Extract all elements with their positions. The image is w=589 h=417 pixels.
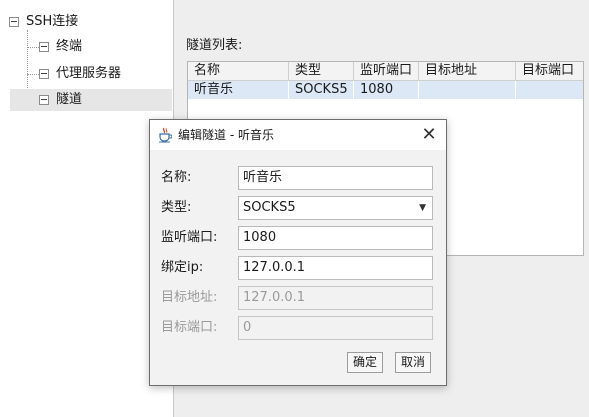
target-port-field: 0 — [238, 316, 433, 340]
close-icon[interactable]: ✕ — [418, 124, 440, 146]
bind-ip-field[interactable]: 127.0.0.1 — [238, 256, 433, 280]
bind-ip-label: 绑定ip: — [161, 260, 204, 275]
collapse-box-icon[interactable] — [39, 94, 49, 105]
listen-port-field[interactable]: 1080 — [238, 226, 433, 250]
type-label: 类型: — [161, 200, 192, 215]
cell-type: SOCKS5 — [289, 81, 354, 99]
collapse-box-icon[interactable] — [39, 41, 49, 52]
java-cup-icon — [159, 127, 172, 143]
bind-ip-value: 127.0.0.1 — [243, 260, 306, 275]
ok-button[interactable]: 确定 — [347, 352, 384, 373]
column-header-name[interactable]: 名称 — [188, 62, 289, 80]
tree-item-label: 代理服务器 — [56, 66, 122, 81]
column-header-type[interactable]: 类型 — [289, 62, 354, 80]
edit-tunnel-dialog: 编辑隧道 - 听音乐 ✕ 名称: 听音乐 类型: SOCKS5 ▼ 监听端口: 1… — [149, 119, 447, 386]
column-header-listen-port[interactable]: 监听端口 — [354, 62, 419, 80]
cell-target-addr — [419, 81, 516, 99]
connection-tree: SSH连接 终端 代理服务器 隧道 — [0, 0, 174, 417]
target-addr-field: 127.0.0.1 — [238, 286, 433, 310]
column-header-target-addr[interactable]: 目标地址 — [419, 62, 516, 80]
tunnel-list-label: 隧道列表: — [186, 38, 243, 53]
tree-item-terminal[interactable]: 终端 — [39, 36, 82, 58]
column-header-target-port[interactable]: 目标端口 — [516, 62, 583, 80]
target-addr-value: 127.0.0.1 — [243, 290, 306, 305]
cancel-button[interactable]: 取消 — [395, 352, 432, 373]
target-port-value: 0 — [243, 320, 252, 335]
tree-connector — [27, 47, 39, 48]
cell-target-port — [516, 81, 583, 99]
tree-item-label: 终端 — [56, 39, 83, 54]
tree-item-tunnel[interactable]: 隧道 — [10, 89, 172, 111]
cell-listen-port: 1080 — [354, 81, 419, 99]
table-header: 名称 类型 监听端口 目标地址 目标端口 — [188, 62, 583, 81]
chevron-down-icon[interactable]: ▼ — [419, 197, 426, 219]
name-field[interactable]: 听音乐 — [238, 166, 433, 190]
tree-item-label: 隧道 — [56, 92, 83, 107]
tree-item-label: SSH连接 — [26, 14, 79, 29]
collapse-box-icon[interactable] — [9, 16, 19, 27]
collapse-box-icon[interactable] — [39, 68, 49, 79]
table-row[interactable]: 听音乐 SOCKS5 1080 — [188, 81, 583, 99]
tree-item-ssh[interactable]: SSH连接 — [9, 11, 78, 33]
listen-port-label: 监听端口: — [161, 230, 218, 245]
cell-name: 听音乐 — [188, 81, 289, 99]
name-label: 名称: — [161, 170, 192, 185]
dialog-title: 编辑隧道 - 听音乐 — [178, 128, 274, 142]
type-value: SOCKS5 — [243, 200, 296, 215]
tree-connector — [27, 74, 39, 75]
listen-port-value: 1080 — [243, 230, 277, 245]
target-addr-label: 目标地址: — [161, 290, 218, 305]
tree-item-proxy[interactable]: 代理服务器 — [39, 63, 121, 85]
target-port-label: 目标端口: — [161, 320, 218, 335]
dialog-titlebar[interactable]: 编辑隧道 - 听音乐 ✕ — [150, 120, 446, 150]
name-value: 听音乐 — [243, 170, 283, 185]
type-select[interactable]: SOCKS5 ▼ — [238, 196, 433, 220]
